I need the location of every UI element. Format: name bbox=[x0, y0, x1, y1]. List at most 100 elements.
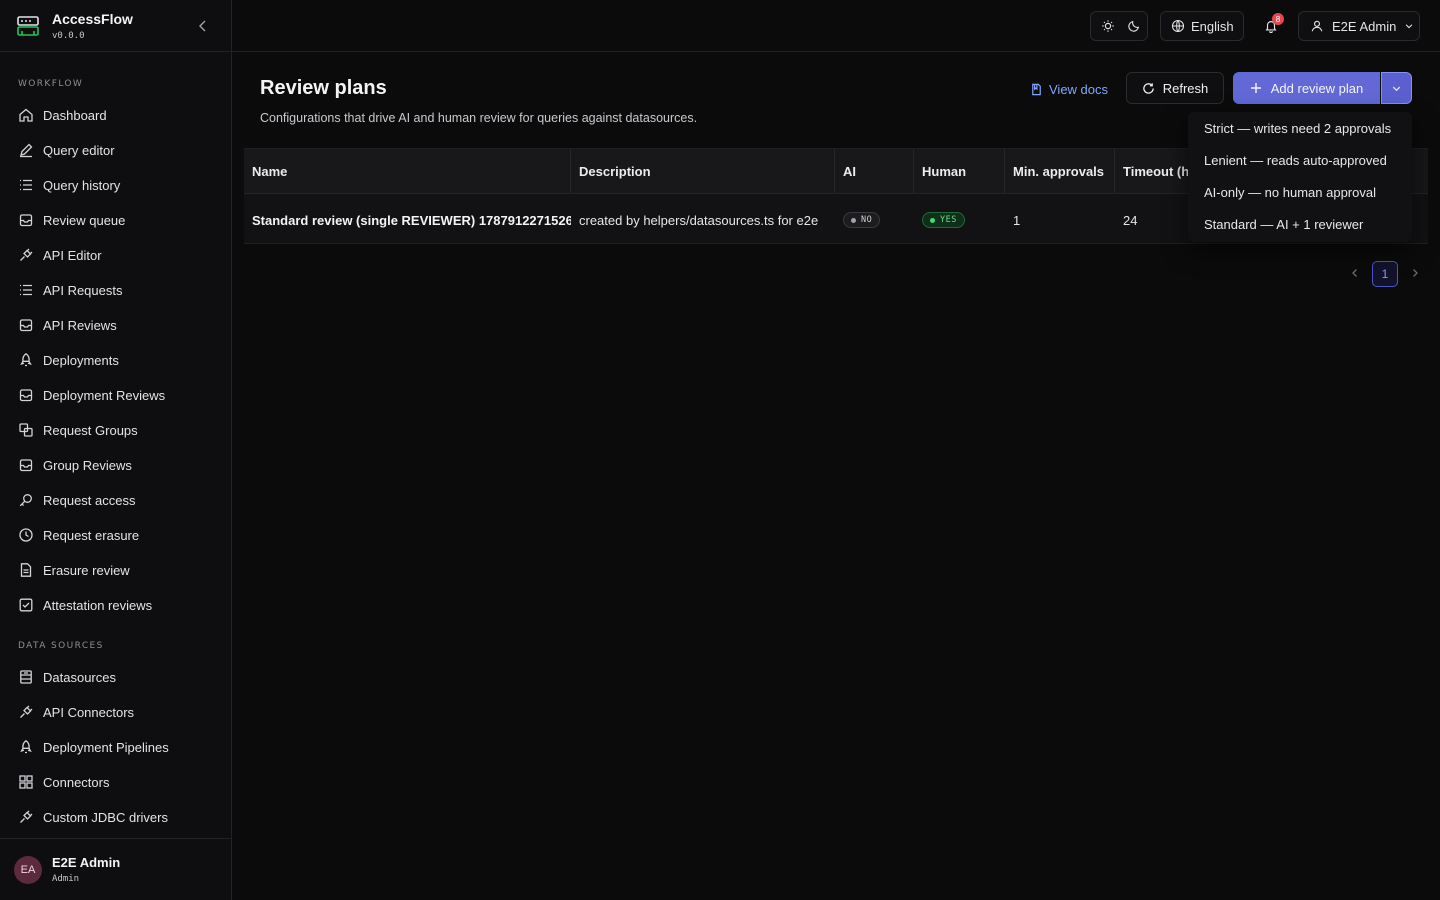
user-menu-label: E2E Admin bbox=[1332, 18, 1397, 34]
refresh-button[interactable]: Refresh bbox=[1126, 72, 1224, 104]
status-dot bbox=[930, 217, 935, 223]
sidebar-item-attestation-reviews[interactable]: Attestation reviews bbox=[18, 593, 218, 617]
sidebar-item-datasources[interactable]: Datasources bbox=[18, 665, 218, 689]
cell-name: Standard review (single REVIEWER) 178791… bbox=[252, 212, 571, 228]
sidebar-item-query-editor[interactable]: Query editor bbox=[18, 138, 218, 162]
view-docs-label: View docs bbox=[1049, 81, 1109, 97]
page-subtitle: Configurations that drive AI and human r… bbox=[260, 111, 698, 125]
sidebar-item-api-connectors[interactable]: API Connectors bbox=[18, 700, 218, 724]
menu-item-standard[interactable]: Standard — AI + 1 reviewer bbox=[1204, 214, 1363, 234]
sidebar-item-label: Request access bbox=[43, 492, 136, 508]
clock-icon bbox=[19, 528, 33, 542]
sidebar-item-dashboard[interactable]: Dashboard bbox=[18, 103, 218, 127]
sidebar-item-label: Attestation reviews bbox=[43, 597, 153, 613]
inbox-icon bbox=[19, 319, 33, 332]
sidebar-user-footer[interactable]: EA E2E Admin Admin bbox=[0, 838, 231, 900]
column-header-ai[interactable]: AI bbox=[835, 149, 914, 194]
sidebar-item-deployment-pipelines[interactable]: Deployment Pipelines bbox=[18, 735, 218, 759]
notifications-button[interactable]: 8 bbox=[1262, 13, 1284, 36]
globe-icon bbox=[1171, 19, 1185, 33]
pagination-page-current[interactable]: 1 bbox=[1372, 261, 1398, 287]
sidebar-item-label: Query editor bbox=[43, 142, 115, 158]
sidebar-item-api-requests[interactable]: API Requests bbox=[18, 278, 218, 302]
pagination-next-icon[interactable] bbox=[1409, 267, 1421, 279]
moon-icon[interactable] bbox=[1127, 19, 1141, 33]
column-header-name[interactable]: Name bbox=[244, 149, 571, 194]
notification-count-badge: 8 bbox=[1272, 13, 1284, 25]
sidebar-item-label: Datasources bbox=[43, 669, 116, 685]
list-icon bbox=[20, 284, 32, 296]
sun-icon[interactable] bbox=[1101, 19, 1115, 33]
sidebar-item-deployments[interactable]: Deployments bbox=[18, 348, 218, 372]
column-header-human[interactable]: Human bbox=[914, 149, 1005, 194]
column-header-min-approvals[interactable]: Min. approvals bbox=[1005, 149, 1115, 194]
pencil-icon bbox=[20, 143, 33, 158]
sidebar-item-label: Connectors bbox=[43, 774, 110, 790]
sidebar-item-label: API Requests bbox=[43, 282, 123, 298]
plus-icon bbox=[1250, 83, 1261, 93]
add-review-plan-button[interactable]: Add review plan bbox=[1233, 72, 1380, 104]
rocket-icon bbox=[20, 353, 32, 367]
app-version: v0.0.0 bbox=[52, 30, 85, 41]
sidebar-item-label: Custom JDBC drivers bbox=[43, 809, 168, 825]
sidebar: AccessFlow v0.0.0 WORKFLOW Dashboard Quer… bbox=[0, 0, 232, 900]
menu-item-lenient[interactable]: Lenient — reads auto-approved bbox=[1204, 150, 1387, 170]
sidebar-item-erasure-review[interactable]: Erasure review bbox=[18, 558, 218, 582]
sidebar-item-label: Request erasure bbox=[43, 527, 140, 543]
user-menu[interactable]: E2E Admin bbox=[1298, 11, 1420, 41]
cell-ai: NO bbox=[835, 195, 914, 245]
menu-item-strict[interactable]: Strict — writes need 2 approvals bbox=[1204, 118, 1391, 138]
sidebar-item-query-history[interactable]: Query history bbox=[18, 173, 218, 197]
refresh-icon bbox=[1142, 82, 1154, 94]
plug-icon bbox=[20, 810, 33, 823]
human-status-badge: YES bbox=[922, 212, 965, 228]
sidebar-item-review-queue[interactable]: Review queue bbox=[18, 208, 218, 232]
sidebar-user-name: E2E Admin bbox=[52, 855, 121, 870]
brand-header: AccessFlow v0.0.0 bbox=[0, 0, 231, 52]
list-icon bbox=[20, 179, 32, 191]
plug-icon bbox=[20, 705, 33, 718]
cell-human: YES bbox=[914, 195, 1005, 245]
add-review-plan-dropdown-toggle[interactable] bbox=[1381, 72, 1412, 104]
rocket-icon bbox=[20, 740, 32, 754]
document-icon bbox=[20, 563, 32, 577]
theme-toggle bbox=[1090, 11, 1148, 41]
column-header-description[interactable]: Description bbox=[571, 149, 835, 194]
sidebar-user-role: Admin bbox=[52, 874, 80, 884]
user-icon bbox=[1311, 20, 1323, 32]
sidebar-item-label: Dashboard bbox=[43, 107, 107, 123]
view-docs-link[interactable]: View docs bbox=[1030, 79, 1108, 99]
menu-item-ai-only[interactable]: AI-only — no human approval bbox=[1204, 182, 1376, 202]
human-status-label: YES bbox=[940, 215, 957, 225]
ai-status-label: NO bbox=[861, 215, 873, 225]
sidebar-item-connectors[interactable]: Connectors bbox=[18, 770, 218, 794]
plug-icon bbox=[20, 248, 33, 261]
key-icon bbox=[19, 494, 32, 507]
page-title: Review plans bbox=[260, 77, 387, 99]
document-icon bbox=[1032, 83, 1041, 95]
collapse-sidebar-icon[interactable] bbox=[195, 18, 211, 34]
refresh-label: Refresh bbox=[1162, 80, 1209, 96]
accessflow-logo-icon bbox=[17, 15, 39, 36]
sidebar-item-label: API Connectors bbox=[43, 704, 135, 720]
sidebar-item-api-editor[interactable]: API Editor bbox=[18, 243, 218, 267]
sidebar-item-label: API Editor bbox=[43, 247, 102, 263]
sidebar-item-group-reviews[interactable]: Group Reviews bbox=[18, 453, 218, 477]
status-dot bbox=[851, 217, 856, 223]
topbar: English 8 E2E Admin bbox=[232, 0, 1440, 52]
sidebar-item-deployment-reviews[interactable]: Deployment Reviews bbox=[18, 383, 218, 407]
sidebar-item-request-access[interactable]: Request access bbox=[18, 488, 218, 512]
sidebar-item-label: Review queue bbox=[43, 212, 126, 228]
sidebar-item-api-reviews[interactable]: API Reviews bbox=[18, 313, 218, 337]
chevron-down-icon bbox=[1392, 86, 1401, 91]
sidebar-item-label: Deployments bbox=[43, 352, 119, 368]
sidebar-item-request-groups[interactable]: Request Groups bbox=[18, 418, 218, 442]
avatar: EA bbox=[14, 855, 42, 884]
database-icon bbox=[20, 670, 32, 684]
sidebar-item-custom-jdbc-drivers[interactable]: Custom JDBC drivers bbox=[18, 805, 218, 829]
app-name: AccessFlow bbox=[52, 10, 133, 27]
sidebar-item-request-erasure[interactable]: Request erasure bbox=[18, 523, 218, 547]
add-review-plan-label: Add review plan bbox=[1270, 80, 1364, 96]
language-select[interactable]: English bbox=[1160, 11, 1244, 41]
pagination-prev-icon[interactable] bbox=[1349, 267, 1361, 279]
